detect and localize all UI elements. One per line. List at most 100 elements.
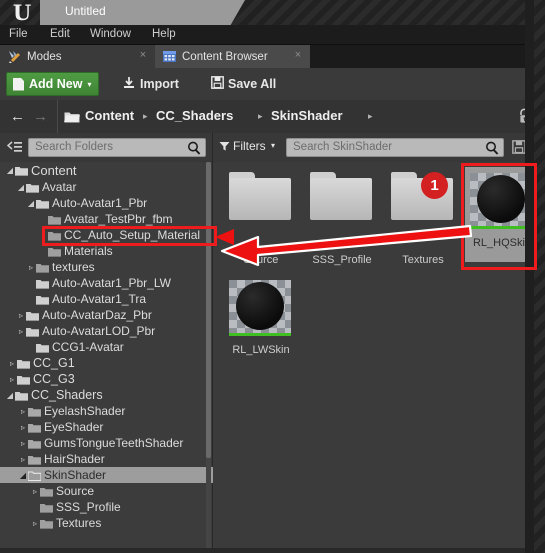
funnel-icon[interactable] — [219, 141, 230, 155]
folder-icon — [26, 182, 39, 193]
folder-icon — [17, 374, 30, 385]
svg-text:U: U — [13, 2, 31, 24]
asset-folder-label: SSS_Profile — [312, 254, 372, 266]
tab-content-browser-label: Content Browser — [182, 50, 268, 63]
twisty-collapsed-icon[interactable]: ▹ — [7, 375, 17, 384]
save-search-floppy-icon[interactable] — [512, 140, 526, 157]
menu-help[interactable]: Help — [152, 28, 176, 42]
menu-window[interactable]: Window — [90, 28, 131, 42]
search-folders-input[interactable]: Search Folders — [28, 138, 206, 157]
tab-content-browser[interactable]: Content Browser × — [155, 45, 310, 68]
asset-folder-label: Source — [243, 254, 279, 266]
import-button[interactable]: Import — [122, 74, 179, 94]
twisty-collapsed-icon[interactable]: ▹ — [7, 359, 17, 368]
content-browser-toolbar: Add New ▾ Import Save All — [0, 68, 545, 101]
tree-row-auto-avatardaz-pbr[interactable]: ▹ Auto-AvatarDaz_Pbr — [0, 307, 228, 323]
folder-icon — [310, 172, 372, 220]
ue-glyph: U — [13, 2, 31, 24]
twisty-expanded-icon[interactable]: ◢ — [5, 391, 15, 400]
tree-row-eyeshader[interactable]: ▹ EyeShader — [0, 419, 230, 435]
tree-row-cc-g3[interactable]: ▹ CC_G3 — [0, 371, 219, 387]
filters-chevron-down-icon[interactable]: ▾ — [271, 141, 275, 150]
tab-modes-close-icon[interactable]: × — [138, 50, 148, 61]
tree-label: Auto-Avatar1_Pbr — [52, 196, 148, 210]
twisty-collapsed-icon[interactable]: ▹ — [16, 311, 26, 320]
breadcrumb-separator-2: ▸ — [258, 111, 263, 121]
unreal-editor-window: U Untitled File Edit Window Help Modes × — [0, 0, 545, 553]
tree-row-textures-lower[interactable]: ▹ textures — [0, 259, 238, 275]
search-icon[interactable] — [485, 141, 499, 155]
menu-file[interactable]: File — [9, 28, 28, 42]
breadcrumb-item-content[interactable]: Content — [85, 108, 134, 123]
save-floppy-icon — [211, 76, 224, 92]
annotation-step-badge: 1 — [421, 172, 448, 199]
tree-label: Textures — [56, 516, 102, 530]
twisty-collapsed-icon[interactable]: ▹ — [18, 439, 28, 448]
tree-row-cc-g1[interactable]: ▹ CC_G1 — [0, 355, 219, 371]
filters-label[interactable]: Filters — [233, 139, 266, 153]
tab-content-browser-close-icon[interactable]: × — [293, 50, 303, 61]
twisty-collapsed-icon[interactable]: ▹ — [30, 519, 40, 528]
search-folders-placeholder: Search Folders — [35, 141, 113, 153]
project-tab-title: Untitled — [65, 4, 106, 18]
twisty-collapsed-icon[interactable]: ▹ — [26, 263, 36, 272]
tree-scrollbar-track[interactable] — [206, 162, 211, 548]
tree-row-auto-avatarlod-pbr[interactable]: ▹ Auto-AvatarLOD_Pbr — [0, 323, 228, 339]
twisty-expanded-icon[interactable]: ◢ — [18, 471, 28, 480]
menu-edit[interactable]: Edit — [50, 28, 70, 42]
twisty-expanded-icon[interactable]: ◢ — [5, 166, 15, 175]
project-tab[interactable]: Untitled — [40, 0, 245, 25]
twisty-collapsed-icon[interactable]: ▹ — [18, 455, 28, 464]
tree-label: EyeShader — [44, 420, 104, 434]
tree-row-eyelashshader[interactable]: ▹ EyelashShader — [0, 403, 230, 419]
asset-material-rl-lwskin[interactable]: RL_LWSkin — [229, 280, 293, 356]
tree-row-hairshader[interactable]: ▹ HairShader — [0, 451, 230, 467]
tree-label: SkinShader — [44, 468, 107, 482]
twisty-collapsed-icon[interactable]: ▹ — [16, 327, 26, 336]
tree-row-auto-avatar1-tra[interactable]: Auto-Avatar1_Tra — [0, 291, 238, 307]
folder-icon — [28, 422, 41, 433]
tree-label: CC_G3 — [33, 372, 75, 386]
folder-icon — [15, 165, 28, 176]
tree-label: CC_Shaders — [31, 388, 103, 402]
tree-label: Content — [31, 162, 77, 178]
window-right-edge — [534, 0, 545, 553]
folder-icon — [48, 214, 61, 225]
tree-row-gumstongueteethshader[interactable]: ▹ GumsTongueTeethShader — [0, 435, 230, 451]
tree-label: EyelashShader — [44, 404, 126, 418]
modes-brush-icon — [7, 49, 22, 64]
tree-row-cc-shaders[interactable]: ◢ CC_Shaders — [0, 387, 217, 403]
tree-row-skinshader[interactable]: ◢ SkinShader — [0, 467, 230, 483]
tree-label: Avatar — [42, 180, 77, 194]
twisty-expanded-icon[interactable]: ◢ — [26, 199, 36, 208]
tree-row-auto-avatar1-pbr-lw[interactable]: Auto-Avatar1_Pbr_LW — [0, 275, 238, 291]
new-document-icon — [13, 77, 24, 91]
tree-scrollbar-thumb[interactable] — [206, 162, 211, 458]
tree-row-content[interactable]: ◢ Content — [0, 162, 217, 178]
tree-row-avatar[interactable]: ◢ Avatar — [0, 179, 228, 195]
import-icon — [122, 76, 136, 93]
twisty-collapsed-icon[interactable]: ▹ — [18, 407, 28, 416]
search-icon[interactable] — [187, 141, 201, 155]
breadcrumb-item-skinshader[interactable]: SkinShader — [271, 108, 343, 123]
twisty-collapsed-icon[interactable]: ▹ — [18, 423, 28, 432]
folder-tree-panel[interactable]: ◢ Content ◢ Avatar ◢ Auto-Avatar1_Pbr Av… — [0, 162, 230, 548]
twisty-collapsed-icon[interactable]: ▹ — [30, 487, 40, 496]
tree-row-auto-avatar1-pbr[interactable]: ◢ Auto-Avatar1_Pbr — [0, 195, 238, 211]
nav-back-button[interactable]: ← — [10, 109, 25, 124]
save-all-button[interactable]: Save All — [211, 74, 276, 94]
unreal-engine-logo-icon[interactable]: U — [4, 1, 40, 25]
content-browser-grid-icon — [162, 49, 177, 64]
twisty-expanded-icon[interactable]: ◢ — [16, 183, 26, 192]
tab-modes[interactable]: Modes × — [0, 45, 155, 68]
search-skinshader-input[interactable]: Search SkinShader — [286, 138, 504, 157]
tree-row-ccg1-avatar[interactable]: CCG1-Avatar — [0, 339, 238, 355]
tree-expand-icon[interactable] — [6, 140, 22, 158]
breadcrumb-item-cc-shaders[interactable]: CC_Shaders — [156, 108, 233, 123]
asset-folder-source[interactable]: Source — [229, 172, 293, 266]
tree-label: CC_G1 — [33, 356, 75, 370]
chevron-down-icon: ▾ — [87, 79, 92, 89]
asset-folder-sss-profile[interactable]: SSS_Profile — [310, 172, 374, 266]
add-new-button[interactable]: Add New ▾ — [6, 72, 99, 96]
panel-tab-strip: Modes × Content Browser × — [0, 45, 545, 68]
